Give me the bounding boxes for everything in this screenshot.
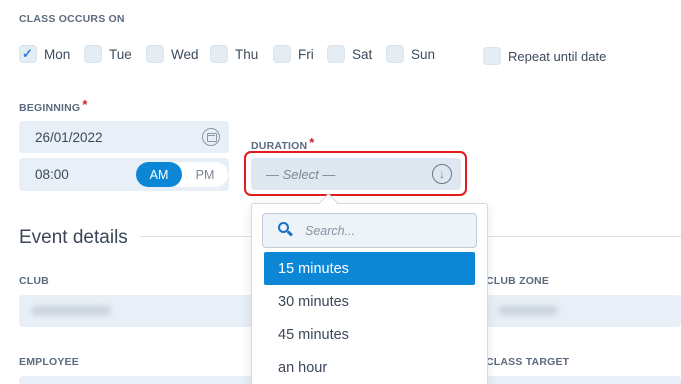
- duration-select[interactable]: — Select —: [251, 158, 461, 190]
- checkbox[interactable]: [386, 45, 404, 63]
- class-occurs-on-label: CLASS OCCURS ON: [19, 13, 125, 25]
- day-checkbox-sun[interactable]: Sun: [386, 44, 435, 64]
- day-checkbox-sat[interactable]: Sat: [327, 44, 372, 64]
- event-details-heading: Event details: [19, 227, 128, 248]
- checkbox[interactable]: [210, 45, 228, 63]
- am-pm-toggle[interactable]: AM PM: [136, 162, 228, 187]
- day-checkbox-tue[interactable]: Tue: [84, 44, 132, 64]
- duration-label: DURATION *: [251, 135, 315, 152]
- required-mark: *: [82, 97, 88, 112]
- duration-search-input[interactable]: Search...: [262, 213, 477, 248]
- club-label: CLUB: [19, 275, 49, 287]
- employee-label: EMPLOYEE: [19, 356, 79, 368]
- day-label: Wed: [171, 46, 199, 62]
- duration-option[interactable]: 45 minutes: [264, 318, 475, 351]
- club-zone-label: CLUB ZONE: [486, 275, 550, 287]
- day-label: Thu: [235, 46, 259, 62]
- day-label: Tue: [109, 46, 132, 62]
- day-checkbox-wed[interactable]: Wed: [146, 44, 199, 64]
- duration-option[interactable]: 30 minutes: [264, 285, 475, 318]
- am-button[interactable]: AM: [136, 162, 182, 187]
- day-label: Sun: [411, 46, 436, 62]
- divider: [140, 236, 252, 237]
- day-label: Fri: [298, 46, 314, 62]
- date-input[interactable]: 26/01/2022: [19, 121, 229, 153]
- pm-button[interactable]: PM: [182, 162, 228, 187]
- club-zone-select[interactable]: [486, 295, 681, 327]
- day-checkbox-thu[interactable]: Thu: [210, 44, 258, 64]
- day-checkbox-mon[interactable]: ✓ Mon: [19, 44, 70, 64]
- duration-option[interactable]: 15 minutes: [264, 252, 475, 285]
- date-value: 26/01/2022: [35, 129, 103, 145]
- duration-option[interactable]: an hour: [264, 351, 475, 384]
- repeat-until-date-label: Repeat until date: [508, 48, 607, 64]
- repeat-until-date-checkbox[interactable]: Repeat until date: [483, 46, 606, 66]
- checkbox[interactable]: [327, 45, 345, 63]
- blurred-value: [31, 306, 111, 315]
- day-label: Mon: [44, 46, 71, 62]
- time-value: 08:00: [35, 167, 69, 182]
- required-mark: *: [309, 135, 315, 150]
- checkbox[interactable]: [483, 47, 501, 65]
- class-target-select[interactable]: [486, 376, 681, 384]
- search-icon: [278, 222, 294, 237]
- employee-select[interactable]: [19, 376, 259, 384]
- checkbox[interactable]: [273, 45, 291, 63]
- club-select[interactable]: [19, 295, 259, 327]
- check-icon: ✓: [22, 46, 33, 61]
- arrow-down-circle-icon[interactable]: ↓: [432, 164, 452, 184]
- beginning-label-text: BEGINNING: [19, 102, 81, 114]
- beginning-label: BEGINNING *: [19, 97, 88, 114]
- class-target-label: CLASS TARGET: [486, 356, 570, 368]
- checkbox[interactable]: [84, 45, 102, 63]
- day-label: Sat: [352, 46, 373, 62]
- checkbox[interactable]: [146, 45, 164, 63]
- checkbox[interactable]: ✓: [19, 45, 37, 63]
- calendar-icon[interactable]: [202, 128, 220, 146]
- blurred-value: [498, 306, 558, 315]
- divider: [488, 236, 681, 237]
- day-checkbox-fri[interactable]: Fri: [273, 44, 314, 64]
